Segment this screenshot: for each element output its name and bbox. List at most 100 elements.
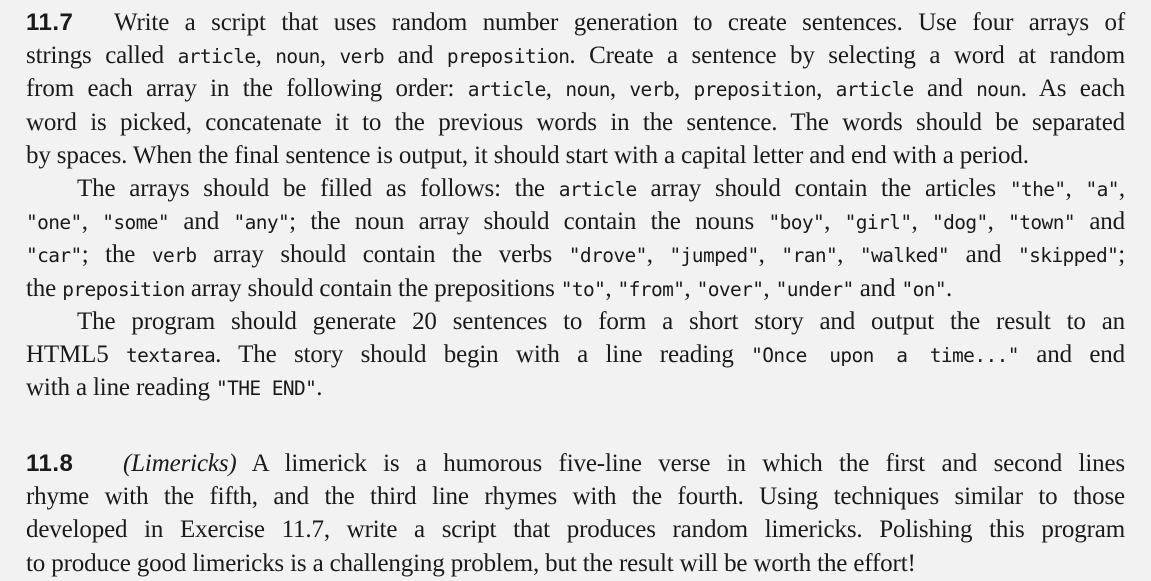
inline-code: "on"	[901, 277, 947, 301]
body-text: by spaces. When the final sentence is ou…	[26, 141, 1029, 169]
body-text: with a line reading	[26, 374, 216, 402]
inline-code: "drove"	[568, 244, 648, 268]
body-text: rhyme with the fifth, and the third line…	[26, 483, 1125, 511]
body-text: . As each	[1020, 75, 1125, 103]
body-text: and	[1074, 208, 1126, 236]
inline-code: noun	[976, 78, 1021, 102]
body-text: array should contain the prepositions	[184, 274, 561, 302]
body-text: ,	[684, 274, 697, 302]
inline-code: "under"	[775, 277, 855, 301]
body-text: ,	[1065, 174, 1086, 202]
body-text: array should contain the verbs	[196, 241, 569, 269]
text-line: to produce good limericks is a challengi…	[26, 547, 1125, 580]
body-text: .	[946, 274, 953, 302]
body-text: and end	[1018, 340, 1125, 368]
body-text: to produce good limericks is a challengi…	[26, 549, 916, 577]
body-text: and	[913, 75, 977, 103]
exercise-title: (Limericks)	[123, 450, 237, 477]
inline-code: "jumped"	[669, 244, 760, 268]
inline-code: "car"	[26, 244, 82, 268]
body-text: ; the noun array should contain the noun…	[289, 208, 769, 236]
body-text: ,	[824, 208, 845, 236]
inline-code: "over"	[696, 277, 764, 301]
text-line: strings called article, noun, verb and p…	[26, 39, 1125, 72]
body-text: and	[853, 274, 902, 302]
inline-code: "THE END"	[216, 377, 317, 401]
body-text: ,	[758, 241, 782, 269]
exercise-11-7: 11.7 Write a script that uses random numb…	[26, 6, 1125, 404]
text-line: the preposition array should contain the…	[26, 272, 1125, 305]
text-line: developed in Exercise 11.7, write a scri…	[26, 513, 1125, 546]
textbook-page: 11.7 Write a script that uses random numb…	[0, 0, 1151, 581]
body-text: ,	[673, 75, 694, 103]
inline-code: verb	[629, 78, 674, 102]
inline-code: "girl"	[844, 211, 912, 235]
body-text: ,	[605, 274, 618, 302]
body-text: . The story should begin with a line rea…	[215, 340, 752, 368]
text-line: with a line reading "THE END".	[26, 371, 1125, 404]
inline-code: article	[467, 78, 547, 102]
text-line: word is picked, concatenate it to the pr…	[26, 106, 1125, 139]
body-text: strings called	[26, 42, 178, 70]
inline-code: "some"	[102, 211, 170, 235]
body-text: and	[169, 208, 234, 236]
body-text: ,	[816, 75, 836, 103]
body-text: The arrays should be filled as follows: …	[77, 174, 559, 202]
body-text: and	[949, 241, 1018, 269]
inline-code: "boy"	[768, 211, 825, 235]
text-line: 11.8 (Limericks) A limerick is a humorous…	[26, 447, 1125, 480]
inline-code: preposition	[62, 277, 185, 301]
text-line: rhyme with the fifth, and the third line…	[26, 480, 1125, 513]
inline-code: article	[558, 177, 638, 201]
body-text: and	[384, 42, 447, 70]
inline-code: noun	[275, 45, 320, 69]
text-line: 11.7 Write a script that uses random numb…	[26, 6, 1125, 39]
body-text: the	[26, 274, 63, 302]
text-line: HTML5 textarea. The story should begin w…	[26, 338, 1125, 371]
body-text: ,	[911, 208, 932, 236]
inline-code: verb	[339, 45, 385, 69]
body-text: . Create a sentence by selecting a word …	[569, 42, 1126, 70]
body-text: .	[316, 374, 323, 402]
body-text: ;	[1118, 241, 1126, 269]
text-line: The arrays should be filled as follows: …	[26, 172, 1125, 205]
body-text: ,	[81, 208, 103, 236]
inline-code: preposition	[693, 78, 817, 102]
body-text: ; the	[81, 241, 152, 269]
body-text: ,	[1118, 174, 1126, 202]
body-text: ,	[545, 75, 566, 103]
inline-code: "one"	[26, 211, 82, 235]
text-line: by spaces. When the final sentence is ou…	[26, 139, 1125, 172]
inline-code: "a"	[1085, 177, 1119, 201]
text-line: "one", "some" and "any"; the noun array …	[26, 205, 1125, 238]
body-text: word is picked, concatenate it to the pr…	[26, 108, 1125, 136]
exercise-number: 11.8	[26, 450, 74, 477]
inline-code: "skipped"	[1017, 244, 1119, 268]
inline-code: "the"	[1009, 177, 1066, 201]
inline-code: verb	[151, 244, 197, 268]
inline-code: "ran"	[781, 244, 838, 268]
inline-code: "any"	[233, 211, 290, 235]
body-text: The program should generate 20 sentences…	[77, 307, 1125, 335]
inline-code: "walked"	[859, 244, 950, 268]
body-text: ,	[255, 42, 276, 70]
body-text: from each array in the following order:	[26, 75, 468, 103]
inline-code: "Once upon a time..."	[751, 343, 1019, 367]
text-line: "car"; the verb array should contain the…	[26, 238, 1125, 271]
body-text: developed in Exercise 11.7, write a scri…	[26, 516, 1125, 544]
body-text: ,	[837, 241, 860, 269]
body-text: A limerick is a humorous five-line verse…	[236, 450, 1126, 477]
inline-code: "from"	[617, 277, 685, 301]
inline-code: preposition	[446, 45, 570, 69]
body-text: ,	[609, 75, 630, 103]
body-text: Write a script that uses random number g…	[114, 9, 1125, 36]
exercise-number: 11.7	[26, 9, 74, 36]
exercise-11-8: 11.8 (Limericks) A limerick is a humorous…	[26, 447, 1125, 580]
inline-code: noun	[565, 78, 610, 102]
inline-code: "to"	[560, 277, 606, 301]
body-text: ,	[646, 241, 670, 269]
body-text: ,	[319, 42, 340, 70]
inline-code: "town"	[1008, 211, 1075, 235]
body-text: ,	[987, 208, 1009, 236]
body-text: HTML5	[26, 340, 126, 368]
